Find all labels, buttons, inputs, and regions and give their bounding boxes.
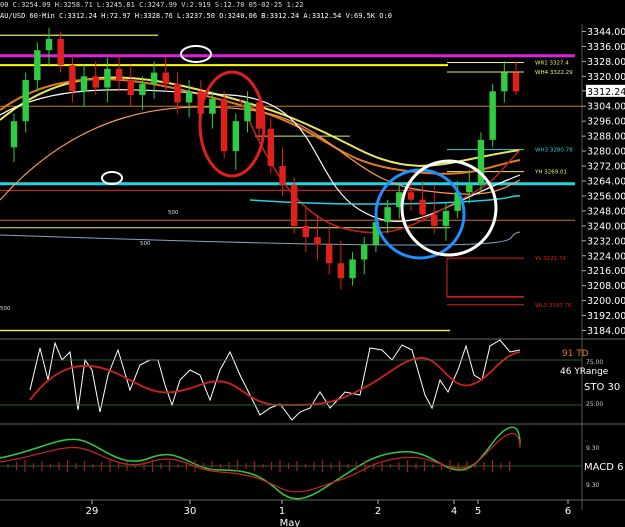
x-sublabel: May [280, 518, 301, 527]
sto-label: STO 30 [584, 382, 620, 393]
y-tick-label: 3216.00 [587, 266, 625, 277]
candle [361, 244, 368, 260]
y-tick-label: 3280.00 [587, 147, 625, 158]
candle [419, 199, 426, 215]
candle [92, 76, 99, 88]
y-tick-label: 3296.00 [587, 117, 625, 128]
y-tick-label: 3232.00 [587, 236, 625, 247]
candle [22, 80, 29, 122]
last-price-label: 3312.24 [587, 87, 625, 98]
candle [489, 91, 496, 140]
candle [384, 207, 391, 223]
price-chart[interactable]: 3344.00 3336.00 3328.00 3320.00 3312.24 3304.… [0, 0, 625, 527]
candle [244, 102, 251, 122]
sto-tick: 25.00 [586, 401, 603, 408]
red-ellipse-annotation [198, 70, 266, 178]
y-tick-label: 3192.00 [587, 311, 625, 322]
moving-average-7 [0, 231, 521, 246]
x-tick-label: 5 [475, 506, 481, 517]
candle [325, 244, 333, 264]
white-ellipse-annotation [180, 45, 212, 63]
candle [115, 68, 123, 81]
candle [466, 184, 473, 193]
candle [337, 263, 345, 279]
candle [279, 166, 286, 185]
candle [290, 184, 298, 226]
level-label-wl3: WL3 3197.76 [535, 303, 572, 309]
y-tick-label: 3184.00 [587, 326, 625, 337]
y-tick-label: 3272.00 [587, 162, 625, 173]
candle [442, 210, 450, 226]
level-label-wh3: WH3 3280.78 [535, 148, 573, 154]
candle [127, 80, 134, 96]
sto-label-yrange: 46 YRange [560, 367, 609, 377]
candle [407, 192, 415, 200]
sto-label-td: 91 TD [562, 349, 589, 359]
candle [512, 72, 520, 92]
y-tick-label: 3264.00 [587, 177, 625, 188]
candle [104, 68, 111, 88]
candle [185, 91, 193, 103]
sto-tick: 75.00 [586, 359, 603, 366]
y-tick-label: 3336.00 [587, 42, 625, 53]
candle [80, 76, 88, 92]
x-tick-label: 6 [565, 506, 571, 517]
candle [150, 72, 158, 84]
macd-tick: 9.30 [586, 445, 600, 452]
white-ellipse-annotation [101, 171, 123, 185]
level-label-yl: YL 3222.74 [534, 256, 566, 262]
moving-average-6 [249, 195, 521, 205]
candle [349, 259, 356, 279]
x-tick-label: 4 [451, 506, 457, 517]
candle [314, 237, 321, 245]
candle [267, 128, 275, 167]
candle [174, 83, 181, 103]
candle [139, 83, 146, 96]
candle [209, 98, 216, 114]
chart-window: 00 C:3254.09 H:3258.71 L:3245.81 C:3247.… [0, 0, 625, 527]
candle [57, 38, 64, 66]
level-label-wh4: WH4 3322.29 [535, 70, 573, 76]
candle [34, 50, 41, 81]
y-tick-label: 3248.00 [587, 206, 625, 217]
candle [45, 38, 53, 51]
x-tick-label: 2 [375, 506, 381, 517]
candle [501, 72, 508, 92]
candle [302, 225, 310, 238]
y-tick-label: 3200.00 [587, 296, 625, 307]
white-circle-annotation [400, 159, 498, 257]
candle [69, 65, 76, 92]
y-tick-label: 3304.00 [587, 102, 625, 113]
macd-label: MACD 6 [584, 462, 624, 473]
level-label-wr1: WR1 3327.4 [535, 61, 569, 67]
y-tick-label: 3208.00 [587, 281, 625, 292]
candle [162, 72, 169, 84]
small-label: 500 [0, 306, 11, 312]
x-tick-label: 30 [184, 506, 197, 517]
candle [431, 214, 438, 226]
small-label: 500 [168, 210, 179, 216]
y-tick-label: 3240.00 [587, 221, 625, 232]
y-tick-label: 3328.00 [587, 57, 625, 68]
candle [10, 121, 18, 148]
candle [232, 121, 240, 152]
x-tick-label: 1 [279, 506, 285, 517]
macd-tick: 9.30 [586, 482, 600, 489]
candle [220, 98, 228, 152]
y-tick-label: 3224.00 [587, 251, 625, 262]
y-tick-label: 3256.00 [587, 191, 625, 202]
x-tick-label: 29 [86, 506, 99, 517]
stochastic-k-line [29, 339, 521, 421]
small-label: 500 [140, 241, 151, 247]
y-tick-label: 3320.00 [587, 72, 625, 83]
y-tick-label: 3288.00 [587, 132, 625, 143]
level-label-yh: YH 3269.01 [534, 170, 567, 176]
y-tick-label: 3344.00 [587, 27, 625, 38]
